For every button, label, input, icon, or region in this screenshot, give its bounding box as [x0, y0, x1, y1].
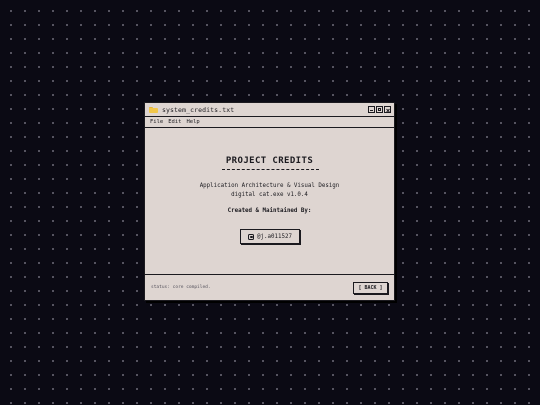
instagram-handle-button[interactable]: @j.a011527 [240, 229, 300, 244]
maintainer-label: Created & Maintained By: [227, 208, 312, 214]
maximize-icon[interactable] [376, 106, 383, 113]
page-title: PROJECT CREDITS [225, 156, 314, 166]
title-bar[interactable]: system_credits.txt [145, 103, 394, 117]
status-text: status: core compiled. [151, 285, 211, 290]
instagram-handle: @j.a011527 [257, 233, 292, 240]
menu-bar: File Edit Help [145, 117, 394, 128]
title-underline [222, 169, 319, 170]
menu-item-help[interactable]: Help [187, 119, 200, 125]
folder-icon [149, 106, 158, 113]
back-button[interactable]: [ BACK ] [353, 281, 388, 294]
app-version: digital cat.exe v1.0.4 [231, 192, 308, 198]
close-icon[interactable] [384, 106, 391, 113]
menu-item-file[interactable]: File [150, 119, 163, 125]
instagram-icon [248, 233, 255, 240]
credit-role: Application Architecture & Visual Design [199, 183, 340, 189]
window-title: system_credits.txt [162, 105, 235, 114]
credits-content: PROJECT CREDITS Application Architecture… [145, 128, 394, 274]
menu-item-edit[interactable]: Edit [168, 119, 181, 125]
credits-window: system_credits.txt File Edit Help PROJEC… [144, 102, 395, 301]
status-footer: status: core compiled. [ BACK ] [145, 274, 394, 300]
minimize-icon[interactable] [368, 106, 375, 113]
window-controls [368, 106, 391, 113]
